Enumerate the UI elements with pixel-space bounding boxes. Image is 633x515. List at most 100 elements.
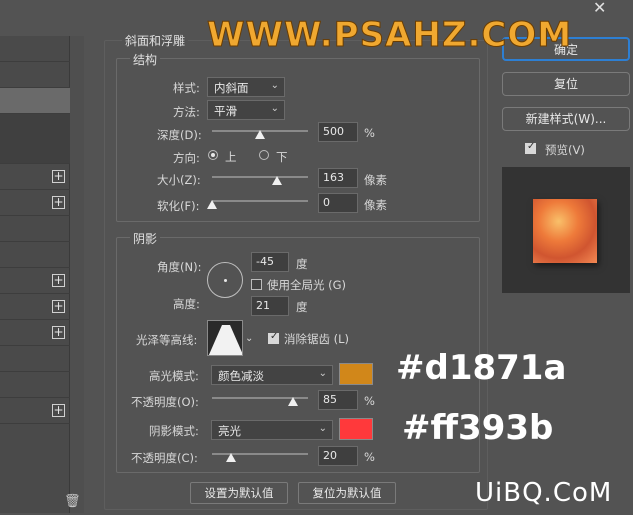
list-item[interactable] [0,372,70,398]
altitude-unit: 度 [296,300,308,314]
list-item[interactable]: + [0,294,70,320]
shadow-hex-annotation: #ff393b [402,408,554,448]
add-effect-icon[interactable]: + [52,326,65,339]
anti-alias-checkbox[interactable] [268,331,279,344]
shadow-opacity-unit: % [364,450,375,464]
global-light-label: 使用全局光 (G) [267,278,347,292]
angle-input[interactable]: -45 [251,252,289,272]
contour-curve-icon [208,325,242,355]
highlight-opacity-unit: % [364,394,375,408]
soften-label: 软化(F): [157,199,200,213]
direction-up-radio[interactable] [208,150,218,160]
soften-input[interactable]: 0 [318,193,358,213]
technique-label: 方法: [173,105,200,119]
shadow-opacity-thumb[interactable] [226,453,236,462]
style-select[interactable]: 内斜面 ⌄ [207,77,285,97]
chevron-down-icon: ⌄ [318,368,327,379]
close-icon[interactable]: ✕ [593,0,606,17]
list-item[interactable] [0,114,70,164]
list-item-selected[interactable] [0,88,70,114]
chevron-down-icon: ⌄ [270,80,279,91]
style-preview [502,167,630,293]
reset-button[interactable]: 复位 [502,72,630,96]
styles-list: + + + + + + [0,36,70,513]
shadow-opacity-input[interactable]: 20 [318,446,358,466]
technique-select-value: 平滑 [214,104,237,118]
preview-label: 预览(V) [545,143,585,157]
soften-slider[interactable] [212,200,308,202]
highlight-hex-annotation: #d1871a [396,348,567,388]
add-effect-icon[interactable]: + [52,300,65,313]
list-item[interactable]: + [0,164,70,190]
anti-alias-label: 消除锯齿 (L) [284,332,350,346]
list-item[interactable]: + [0,190,70,216]
global-light-checkbox[interactable] [251,279,262,290]
chevron-down-icon: ⌄ [318,423,327,434]
preview-checkbox[interactable] [525,141,536,154]
list-item[interactable] [0,242,70,268]
add-effect-icon[interactable]: + [52,274,65,287]
highlight-mode-select[interactable]: 颜色减淡 ⌄ [211,365,333,385]
footer-watermark: UiBQ.CoM [475,478,613,508]
angle-dial[interactable] [207,262,243,298]
list-item[interactable] [0,36,70,62]
direction-up-label: 上 [225,150,237,164]
highlight-color-swatch[interactable] [339,363,373,385]
add-effect-icon[interactable]: + [52,196,65,209]
highlight-opacity-input[interactable]: 85 [318,390,358,410]
soften-unit: 像素 [364,198,387,212]
list-item[interactable] [0,346,70,372]
angle-unit: 度 [296,257,308,271]
highlight-mode-value: 颜色减淡 [218,369,264,383]
depth-unit: % [364,126,375,140]
highlight-mode-label: 高光模式: [149,369,199,383]
shadow-mode-label: 阴影模式: [149,424,199,438]
shadow-color-swatch[interactable] [339,418,373,440]
size-slider-thumb[interactable] [272,176,282,185]
list-item[interactable] [0,216,70,242]
bevel-emboss-title: 斜面和浮雕 [122,32,189,49]
direction-down-label: 下 [276,150,288,164]
site-watermark: WWW.PSAHZ.COM [206,15,573,56]
depth-input[interactable]: 500 [318,122,358,142]
chevron-down-icon[interactable]: ⌄ [245,333,253,344]
size-unit: 像素 [364,173,387,187]
highlight-opacity-label: 不透明度(O): [131,395,199,409]
list-item[interactable]: + [0,320,70,346]
shadow-opacity-label: 不透明度(C): [131,451,198,465]
direction-label: 方向: [173,151,200,165]
technique-select[interactable]: 平滑 ⌄ [207,100,285,120]
altitude-label: 高度: [173,297,200,311]
soften-slider-thumb[interactable] [207,200,217,209]
list-item[interactable]: + [0,268,70,294]
structure-title: 结构 [130,51,161,68]
size-input[interactable]: 163 [318,168,358,188]
depth-slider-thumb[interactable] [255,130,265,139]
depth-label: 深度(D): [157,128,202,142]
direction-down-radio[interactable] [259,150,269,160]
make-default-button[interactable]: 设置为默认值 [190,482,288,504]
angle-label: 角度(N): [157,260,202,274]
new-style-button[interactable]: 新建样式(W)... [502,107,630,131]
shading-title: 阴影 [130,230,161,247]
size-slider[interactable] [212,176,308,178]
style-label: 样式: [173,81,200,95]
style-select-value: 内斜面 [214,81,249,95]
gloss-contour-label: 光泽等高线: [136,333,198,347]
list-item[interactable] [0,62,70,88]
list-scrollbar[interactable] [70,36,84,513]
styles-panel: + + + + + + 🗑 [0,0,84,515]
shadow-mode-value: 亮光 [218,424,241,438]
angle-dial-center [224,279,227,282]
size-label: 大小(Z): [157,173,201,187]
reset-default-button[interactable]: 复位为默认值 [298,482,396,504]
chevron-down-icon: ⌄ [270,103,279,114]
altitude-input[interactable]: 21 [251,296,289,316]
shadow-mode-select[interactable]: 亮光 ⌄ [211,420,333,440]
highlight-opacity-thumb[interactable] [288,397,298,406]
gloss-contour-picker[interactable] [207,320,243,356]
add-effect-icon[interactable]: + [52,170,65,183]
add-effect-icon[interactable]: + [52,404,65,417]
trash-icon[interactable]: 🗑 [64,494,81,509]
list-item[interactable]: + [0,398,70,424]
